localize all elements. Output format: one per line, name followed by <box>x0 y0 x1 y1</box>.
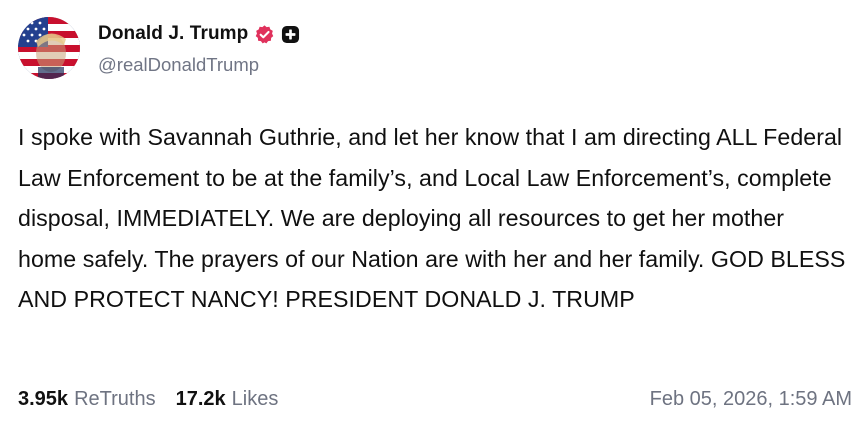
name-row: Donald J. Trump <box>98 19 300 49</box>
likes-count: 17.2k <box>175 387 226 410</box>
post-body-text: I spoke with Savannah Guthrie, and let h… <box>18 124 846 313</box>
avatar[interactable] <box>18 17 80 79</box>
plus-badge-icon <box>281 25 300 44</box>
verified-badge-icon <box>254 24 275 45</box>
display-name[interactable]: Donald J. Trump <box>98 23 248 45</box>
author-identity: Donald J. Trump @realDonaldTrump <box>98 19 300 76</box>
post-header: Donald J. Trump @realDonaldTrump <box>18 17 300 79</box>
likes-label: Likes <box>231 387 279 410</box>
retruths-count: 3.95k <box>18 387 69 410</box>
truth-post: Donald J. Trump @realDonaldTrump I spoke… <box>0 0 864 438</box>
likes-stat[interactable]: 17.2k Likes <box>176 388 279 411</box>
avatar-image <box>18 17 80 79</box>
retruths-label: ReTruths <box>74 387 156 410</box>
post-footer: 3.95k ReTruths 17.2k Likes Feb 05, 2026,… <box>18 382 852 416</box>
retruths-stat[interactable]: 3.95k ReTruths <box>18 388 156 411</box>
author-handle[interactable]: @realDonaldTrump <box>98 54 300 76</box>
post-timestamp[interactable]: Feb 05, 2026, 1:59 AM <box>650 388 852 411</box>
